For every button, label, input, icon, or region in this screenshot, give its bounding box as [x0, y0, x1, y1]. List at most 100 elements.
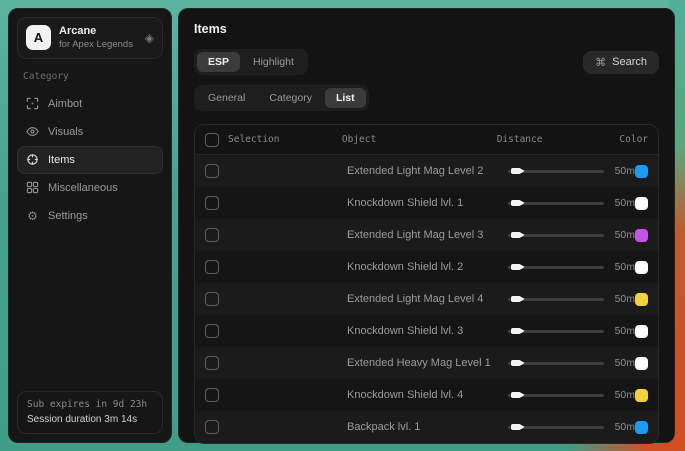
slider-thumb[interactable] [511, 392, 525, 398]
row-checkbox[interactable] [205, 260, 219, 274]
tab-list[interactable]: List [325, 88, 366, 108]
tab-highlight[interactable]: Highlight [242, 52, 305, 72]
color-swatch[interactable] [635, 261, 648, 274]
target-icon [26, 153, 39, 166]
distance-value: 50m [615, 421, 635, 433]
distance-value: 50m [615, 197, 635, 209]
sidebar-item-label: Settings [48, 210, 88, 222]
color-swatch[interactable] [635, 357, 648, 370]
command-key-icon: ⌘ [595, 56, 606, 69]
distance-slider[interactable] [508, 234, 604, 237]
distance-slider[interactable] [508, 330, 604, 333]
sidebar-item-aimbot[interactable]: Aimbot [17, 90, 163, 118]
color-swatch[interactable] [635, 293, 648, 306]
distance-slider[interactable] [508, 298, 604, 301]
table-header: Selection Object Distance Color [195, 125, 658, 155]
slider-thumb[interactable] [511, 232, 525, 238]
table-body: Extended Light Mag Level 2 50m Knockdown… [195, 155, 658, 443]
distance-value: 50m [615, 325, 635, 337]
row-checkbox[interactable] [205, 164, 219, 178]
app-subtitle: for Apex Legends [59, 39, 137, 51]
distance-value: 50m [615, 261, 635, 273]
row-checkbox[interactable] [205, 420, 219, 434]
view-tabs: General Category List [194, 85, 369, 111]
search-button[interactable]: ⌘ Search [583, 51, 659, 74]
distance-value: 50m [615, 389, 635, 401]
table-row: Extended Light Mag Level 3 50m [195, 219, 658, 251]
table-row: Extended Heavy Mag Level 1 50m [195, 347, 658, 379]
column-color: Color [619, 134, 648, 145]
column-selection: Selection [228, 134, 279, 145]
subscription-card: Sub expires in 9d 23h Session duration 3… [17, 391, 163, 434]
slider-thumb[interactable] [511, 200, 525, 206]
table-row: Knockdown Shield lvl. 2 50m [195, 251, 658, 283]
color-swatch[interactable] [635, 229, 648, 242]
slider-thumb[interactable] [511, 168, 525, 174]
slider-thumb[interactable] [511, 264, 525, 270]
distance-value: 50m [615, 357, 635, 369]
distance-slider[interactable] [508, 202, 604, 205]
slider-thumb[interactable] [511, 424, 525, 430]
row-checkbox[interactable] [205, 292, 219, 306]
select-all-checkbox[interactable] [205, 133, 219, 147]
tab-general[interactable]: General [197, 88, 256, 108]
table-row: Extended Light Mag Level 2 50m [195, 155, 658, 187]
slider-thumb[interactable] [511, 360, 525, 366]
main-panel: Items ESP Highlight ⌘ Search General Cat… [178, 8, 675, 443]
category-section-label: Category [23, 71, 157, 82]
object-name: Extended Light Mag Level 4 [347, 293, 508, 305]
distance-slider[interactable] [508, 266, 604, 269]
crosshair-icon [26, 97, 39, 110]
row-checkbox[interactable] [205, 228, 219, 242]
session-duration-text: Session duration 3m 14s [27, 412, 153, 427]
row-checkbox[interactable] [205, 196, 219, 210]
items-table: Selection Object Distance Color Extended… [194, 124, 659, 444]
table-row: Extended Light Mag Level 4 50m [195, 283, 658, 315]
object-name: Backpack lvl. 1 [347, 421, 508, 433]
object-name: Extended Light Mag Level 3 [347, 229, 508, 241]
slider-thumb[interactable] [511, 328, 525, 334]
search-button-label: Search [612, 56, 647, 68]
mode-tabs: ESP Highlight [194, 49, 308, 75]
distance-slider[interactable] [508, 426, 604, 429]
row-checkbox[interactable] [205, 388, 219, 402]
gear-icon: ⚙ [26, 209, 39, 223]
color-swatch[interactable] [635, 421, 648, 434]
sidebar-item-label: Aimbot [48, 98, 82, 110]
distance-slider[interactable] [508, 170, 604, 173]
page-title: Items [194, 22, 659, 36]
sidebar-item-items[interactable]: Items [17, 146, 163, 174]
sidebar-item-miscellaneous[interactable]: Miscellaneous [17, 174, 163, 202]
app-logo: A [26, 25, 51, 50]
color-swatch[interactable] [635, 165, 648, 178]
color-swatch[interactable] [635, 197, 648, 210]
row-checkbox[interactable] [205, 356, 219, 370]
distance-value: 50m [615, 293, 635, 305]
color-swatch[interactable] [635, 325, 648, 338]
column-object: Object [342, 134, 497, 145]
app-name: Arcane [59, 25, 137, 39]
table-row: Knockdown Shield lvl. 4 50m [195, 379, 658, 411]
sidebar-item-settings[interactable]: ⚙ Settings [17, 202, 163, 230]
object-name: Knockdown Shield lvl. 1 [347, 197, 508, 209]
grid-icon [26, 181, 39, 194]
distance-slider[interactable] [508, 362, 604, 365]
app-header-card: A Arcane for Apex Legends ◈ [17, 17, 163, 59]
tab-esp[interactable]: ESP [197, 52, 240, 72]
sidebar-item-label: Visuals [48, 126, 83, 138]
table-row: Knockdown Shield lvl. 3 50m [195, 315, 658, 347]
object-name: Extended Heavy Mag Level 1 [347, 357, 508, 369]
distance-slider[interactable] [508, 394, 604, 397]
diamond-badge-icon[interactable]: ◈ [145, 31, 154, 45]
slider-thumb[interactable] [511, 296, 525, 302]
eye-icon [26, 125, 39, 138]
row-checkbox[interactable] [205, 324, 219, 338]
tab-category[interactable]: Category [258, 88, 323, 108]
color-swatch[interactable] [635, 389, 648, 402]
object-name: Knockdown Shield lvl. 2 [347, 261, 508, 273]
object-name: Extended Light Mag Level 2 [347, 165, 508, 177]
sidebar-item-visuals[interactable]: Visuals [17, 118, 163, 146]
sidebar-item-label: Miscellaneous [48, 182, 118, 194]
sub-expires-text: Sub expires in 9d 23h [27, 398, 153, 412]
sidebar-item-label: Items [48, 154, 75, 166]
